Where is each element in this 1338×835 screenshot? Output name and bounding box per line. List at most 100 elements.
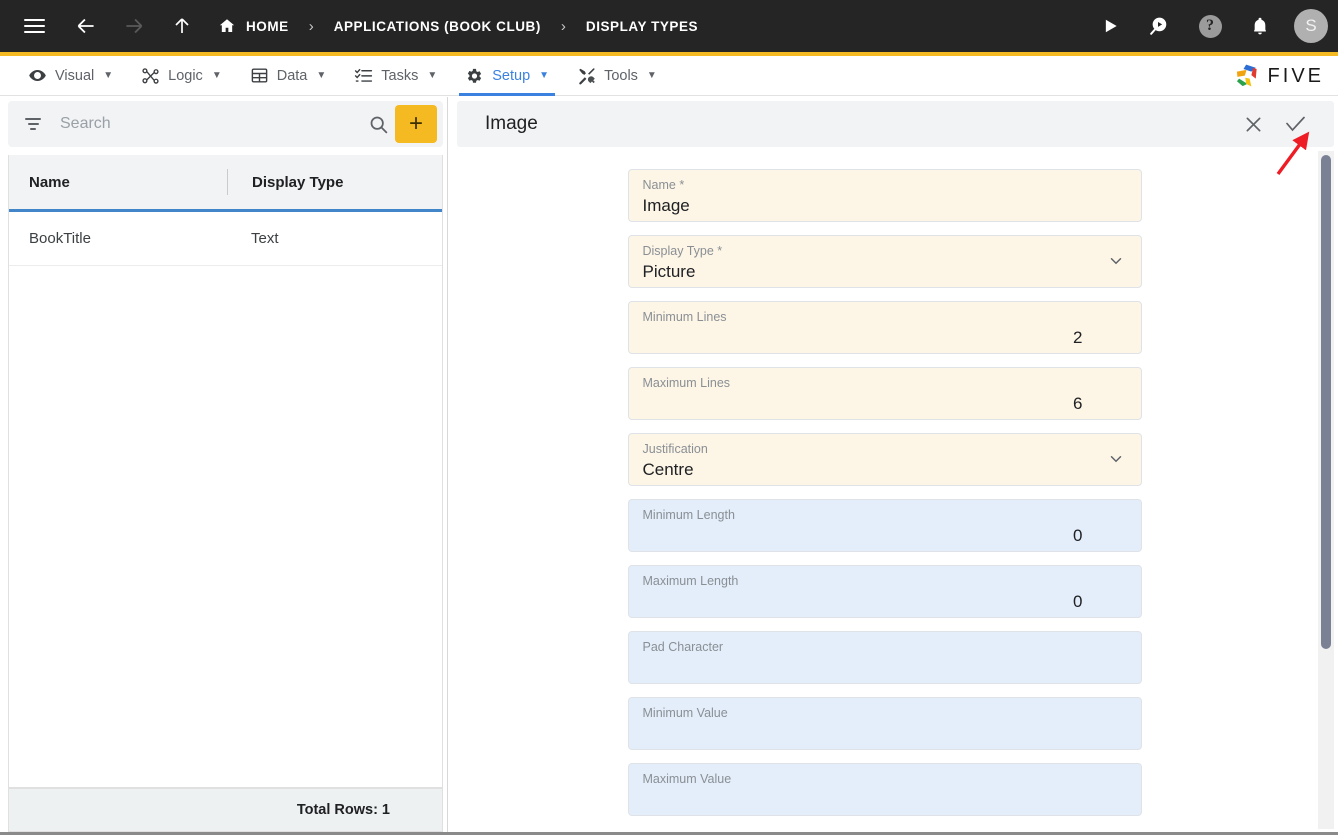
- field-label-maximum-value: Maximum Value: [642, 772, 732, 786]
- cell-display-type: Text: [251, 230, 279, 247]
- chevron-down-icon[interactable]: [1107, 252, 1125, 270]
- form-body: Name * Image Display Type * Picture Mini…: [457, 151, 1334, 832]
- grid-header-row: Name Display Type: [9, 155, 442, 212]
- save-check-button[interactable]: [1274, 103, 1316, 145]
- field-maximum-lines[interactable]: Maximum Lines 6: [627, 367, 1142, 420]
- chevron-down-icon: ▼: [103, 70, 114, 81]
- breadcrumb: HOME › APPLICATIONS (BOOK CLUB) › DISPLA…: [208, 15, 700, 38]
- field-label-maximum-length: Maximum Length: [642, 574, 739, 588]
- help-icon: ?: [1198, 14, 1222, 38]
- field-label-minimum-length: Minimum Length: [642, 508, 735, 522]
- search-input[interactable]: [44, 115, 361, 133]
- form-scrollbar[interactable]: [1318, 151, 1334, 829]
- field-label-minimum-lines: Minimum Lines: [642, 310, 727, 324]
- close-icon: [1246, 117, 1260, 131]
- close-button[interactable]: [1232, 103, 1274, 145]
- notifications-button[interactable]: [1238, 6, 1282, 46]
- forward-button[interactable]: [114, 6, 154, 46]
- chevron-down-icon: ▼: [539, 70, 550, 81]
- field-name[interactable]: Name * Image: [627, 169, 1142, 222]
- search-run-button[interactable]: [1138, 6, 1182, 46]
- cell-name: BookTitle: [29, 230, 91, 247]
- add-record-button[interactable]: +: [395, 105, 437, 143]
- bell-icon: [1254, 17, 1266, 35]
- chevron-down-icon: ▼: [211, 70, 222, 81]
- top-navigation-bar: HOME › APPLICATIONS (BOOK CLUB) › DISPLA…: [0, 0, 1338, 52]
- breadcrumb-item-applications[interactable]: APPLICATIONS (BOOK CLUB): [332, 15, 543, 38]
- chevron-down-icon: ▼: [427, 70, 438, 81]
- hamburger-icon: [23, 19, 45, 33]
- form-header: Image: [457, 101, 1334, 147]
- back-button[interactable]: [66, 6, 106, 46]
- breadcrumb-label-home: HOME: [246, 18, 289, 34]
- hamburger-menu-button[interactable]: [14, 6, 54, 46]
- grid-footer: Total Rows: 1: [8, 788, 443, 832]
- field-maximum-value[interactable]: Maximum Value: [627, 763, 1142, 816]
- field-minimum-lines[interactable]: Minimum Lines 2: [627, 301, 1142, 354]
- search-bar: +: [8, 101, 443, 147]
- menu-label-tools: Tools: [604, 67, 638, 84]
- field-minimum-value[interactable]: Minimum Value: [627, 697, 1142, 750]
- five-logo-icon: [1236, 64, 1257, 87]
- field-label-justification: Justification: [642, 442, 708, 456]
- breadcrumb-item-home[interactable]: HOME: [218, 15, 291, 38]
- chevron-down-icon[interactable]: [1107, 450, 1125, 468]
- home-icon: [219, 19, 235, 32]
- menu-item-visual[interactable]: Visual ▼: [14, 56, 127, 96]
- filter-icon[interactable]: [22, 118, 44, 130]
- menu-label-tasks: Tasks: [381, 67, 419, 84]
- field-value-maximum-length: 0: [1073, 592, 1083, 611]
- field-justification[interactable]: Justification Centre: [627, 433, 1142, 486]
- play-icon: [1105, 19, 1117, 33]
- field-pad-character[interactable]: Pad Character: [627, 631, 1142, 684]
- menu-item-setup[interactable]: Setup ▼: [451, 56, 563, 96]
- page-title: Image: [485, 113, 538, 134]
- field-value-display-type: Picture: [642, 262, 696, 281]
- field-minimum-length[interactable]: Minimum Length 0: [627, 499, 1142, 552]
- form-scrollbar-thumb[interactable]: [1321, 155, 1331, 649]
- five-logo-text: FIVE: [1267, 64, 1324, 87]
- table-icon: [250, 66, 269, 85]
- chevron-down-icon: ▼: [646, 70, 657, 81]
- wrench-screwdriver-icon: [577, 66, 596, 85]
- display-types-grid: Name Display Type BookTitle Text: [8, 155, 443, 788]
- back-arrow-icon: [77, 18, 94, 34]
- check-icon: [1286, 116, 1305, 132]
- main-menu-bar: Visual ▼ Logic ▼ Data ▼ Tasks ▼ Setup ▼ …: [0, 56, 1338, 96]
- menu-item-logic[interactable]: Logic ▼: [127, 56, 236, 96]
- menu-label-logic: Logic: [168, 67, 203, 84]
- field-value-minimum-length: 0: [1073, 526, 1083, 545]
- checklist-icon: [354, 66, 373, 85]
- breadcrumb-item-display-types[interactable]: DISPLAY TYPES: [584, 15, 700, 38]
- menu-item-tools[interactable]: Tools ▼: [563, 56, 671, 96]
- avatar[interactable]: S: [1294, 9, 1328, 43]
- up-arrow-icon: [175, 18, 189, 33]
- field-label-name: Name *: [642, 178, 685, 192]
- table-row[interactable]: BookTitle Text: [9, 212, 442, 266]
- top-bar-actions: ? S: [1088, 0, 1328, 52]
- column-header-name[interactable]: Name: [29, 174, 227, 191]
- menu-item-tasks[interactable]: Tasks ▼: [340, 56, 451, 96]
- breadcrumb-separator: ›: [308, 17, 314, 35]
- total-rows-label: Total Rows: 1: [296, 802, 390, 818]
- field-display-type[interactable]: Display Type * Picture: [627, 235, 1142, 288]
- field-label-display-type: Display Type *: [642, 244, 723, 258]
- display-types-list-panel: + Name Display Type BookTitle Text Total…: [0, 97, 448, 832]
- column-header-display-type[interactable]: Display Type: [228, 174, 343, 191]
- chevron-down-icon: ▼: [316, 70, 327, 81]
- help-button[interactable]: ?: [1188, 6, 1232, 46]
- up-button[interactable]: [162, 6, 202, 46]
- search-play-icon: [1149, 17, 1166, 35]
- form-fields: Name * Image Display Type * Picture Mini…: [627, 151, 1164, 816]
- search-icon[interactable]: [361, 114, 395, 135]
- menu-label-visual: Visual: [55, 67, 95, 84]
- run-button[interactable]: [1088, 6, 1132, 46]
- field-label-maximum-lines: Maximum Lines: [642, 376, 731, 390]
- field-value-minimum-lines: 2: [1073, 328, 1083, 347]
- breadcrumb-separator: ›: [560, 17, 566, 35]
- gear-icon: [465, 66, 484, 85]
- five-logo: FIVE: [1233, 56, 1324, 96]
- menu-item-data[interactable]: Data ▼: [236, 56, 341, 96]
- field-value-justification: Centre: [642, 460, 694, 479]
- field-maximum-length[interactable]: Maximum Length 0: [627, 565, 1142, 618]
